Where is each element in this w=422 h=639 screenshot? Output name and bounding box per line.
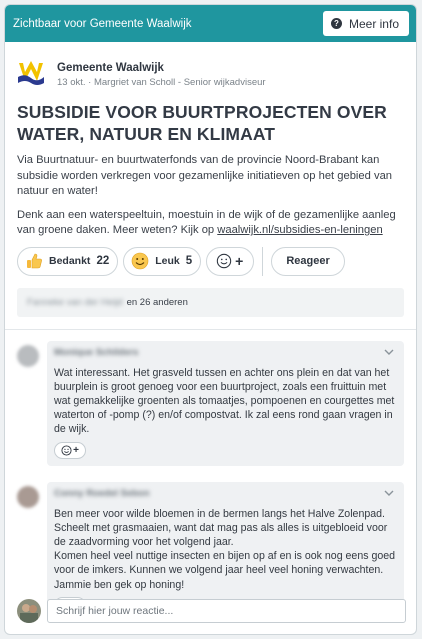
chevron-down-icon[interactable] <box>384 488 394 498</box>
reageer-button[interactable]: Reageer <box>271 246 345 276</box>
comment-bubble: Monique Schilders Wat interessant. Het g… <box>47 340 404 466</box>
comment-emoji-button[interactable]: + <box>54 441 86 459</box>
liked-by-others: en 26 anderen <box>126 296 188 308</box>
avatar[interactable] <box>17 344 39 367</box>
meer-info-button[interactable]: ? Meer info <box>322 11 409 36</box>
subsidies-link[interactable]: waalwijk.nl/subsidies-en-leningen <box>217 224 382 236</box>
comment-author[interactable]: Conny Roedel Sebon <box>54 488 397 502</box>
comment-line: Jammie ben gek op honing! <box>54 578 185 591</box>
comment-text: Ben meer voor wilde bloemen in de bermen… <box>54 507 397 592</box>
emoji-add-icon <box>216 253 232 269</box>
waalwijk-logo[interactable] <box>17 59 45 87</box>
thumbs-up-icon <box>27 253 42 269</box>
post-paragraph: Denk aan een waterspeeltuin, moestuin in… <box>17 208 404 239</box>
post-body: Via Buurtnatuur- en buurtwaterfonds van … <box>5 153 416 239</box>
add-reaction-plus: + <box>235 253 244 269</box>
post-meta: 13 okt. · Margriet van Scholl - Senior w… <box>57 76 266 88</box>
comment-line: Komen heel veel nuttige insecten en bije… <box>54 550 396 577</box>
current-user-avatar[interactable] <box>17 599 41 623</box>
post-paragraph: Via Buurtnatuur- en buurtwaterfonds van … <box>17 154 393 197</box>
leuk-label: Leuk <box>155 255 180 267</box>
comment-line: Ben meer voor wilde bloemen in de bermen… <box>54 507 388 548</box>
question-icon: ? <box>330 18 342 29</box>
reply-input[interactable] <box>47 599 406 623</box>
avatar[interactable] <box>17 485 39 508</box>
comment-text: Wat interessant. Het grasveld tussen en … <box>54 366 395 436</box>
post-author: Gemeente Waalwijk 13 okt. · Margriet van… <box>5 42 416 92</box>
comment: Monique Schilders Wat interessant. Het g… <box>5 340 416 466</box>
emoji-add-icon <box>61 444 72 456</box>
chevron-down-icon[interactable] <box>384 347 394 357</box>
visibility-bar: Zichtbaar voor Gemeente Waalwijk ? Meer … <box>5 5 416 42</box>
meer-info-label: Meer info <box>348 16 399 31</box>
visibility-label: Zichtbaar voor Gemeente Waalwijk <box>13 17 192 30</box>
comment-emoji-plus: + <box>73 444 79 456</box>
comment-author[interactable]: Monique Schilders <box>54 347 397 361</box>
reply-composer <box>17 599 406 623</box>
bedankt-count: 22 <box>96 255 110 267</box>
liked-by-name: Fanneke van der Heijd <box>27 296 123 308</box>
reaction-bar: Bedankt 22 Leuk 5 + Reageer <box>5 246 416 276</box>
post-title: SUBSIDIE VOOR BUURTPROJECTEN OVER WATER,… <box>17 102 387 144</box>
post-card: Zichtbaar voor Gemeente Waalwijk ? Meer … <box>4 4 417 635</box>
smiley-icon <box>131 252 149 270</box>
divider <box>5 328 416 330</box>
leuk-count: 5 <box>185 255 193 267</box>
bedankt-reaction-button[interactable]: Bedankt 22 <box>17 246 119 276</box>
author-name[interactable]: Gemeente Waalwijk <box>57 62 266 74</box>
leuk-reaction-button[interactable]: Leuk 5 <box>123 246 202 276</box>
bedankt-label: Bedankt <box>49 255 91 267</box>
liked-by-summary[interactable]: Fanneke van der Heijd en 26 anderen <box>17 287 404 317</box>
add-reaction-button[interactable]: + <box>206 246 255 276</box>
reaction-divider <box>262 246 264 276</box>
reageer-label: Reageer <box>286 255 330 267</box>
